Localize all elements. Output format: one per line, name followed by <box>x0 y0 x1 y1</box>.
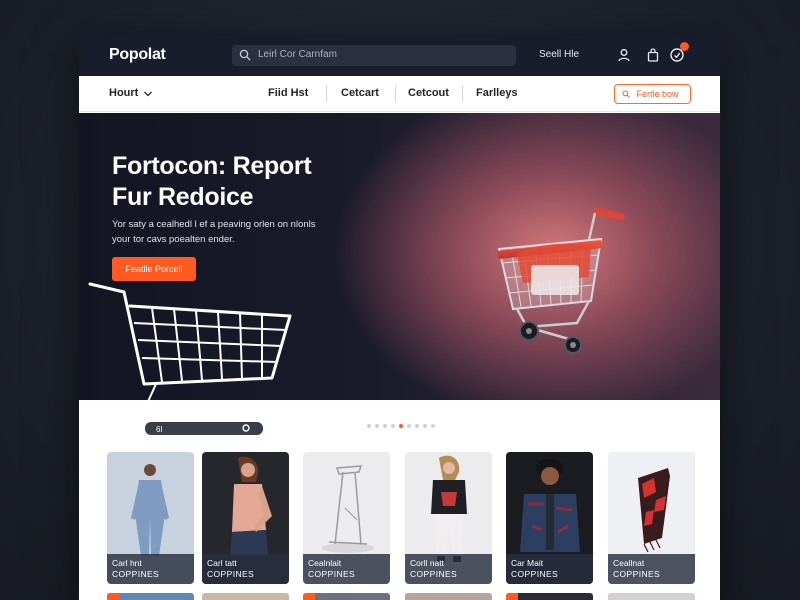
product-card[interactable]: Car Mait COPPINES <box>506 452 593 584</box>
nav-divider <box>326 85 327 102</box>
product-card[interactable] <box>506 593 593 600</box>
carousel-dot-active[interactable] <box>399 424 403 428</box>
carousel-dot[interactable] <box>391 424 395 428</box>
cart-badge <box>680 42 689 51</box>
carousel-dot[interactable] <box>383 424 387 428</box>
product-card[interactable]: Carl tatt COPPINES <box>202 452 289 584</box>
sale-badge <box>107 593 119 600</box>
nav-home-dropdown[interactable]: Hourt <box>109 87 138 99</box>
product-card[interactable]: Ceallnat COPPINES <box>608 452 695 584</box>
product-title: Car Mait <box>511 558 544 568</box>
product-card[interactable] <box>303 593 390 600</box>
outline-cart-graphic: 6l <box>88 282 292 437</box>
nav-cta-label: Fertle bow <box>636 89 679 99</box>
carousel-dot[interactable] <box>431 424 435 428</box>
product-label: Corll natt COPPINES <box>405 554 492 584</box>
product-card[interactable] <box>405 593 492 600</box>
product-card[interactable] <box>608 593 695 600</box>
outline-cart-tag: 6l <box>156 425 162 434</box>
carousel-dot[interactable] <box>423 424 427 428</box>
nav-link-4[interactable]: Farlleys <box>476 87 518 99</box>
carousel-dots <box>367 424 435 430</box>
product-card[interactable] <box>107 593 194 600</box>
nav-link-3[interactable]: Cetcout <box>408 87 449 99</box>
product-subtitle: COPPINES <box>308 569 356 579</box>
hero-title-line-2: Fur Redoice <box>112 183 254 211</box>
product-card[interactable]: Cealnlait COPPINES <box>303 452 390 584</box>
product-card[interactable]: Carl hnt COPPINES <box>107 452 194 584</box>
carousel-dot[interactable] <box>367 424 371 428</box>
product-grid-row-2 <box>107 593 695 600</box>
nav-divider <box>395 85 396 102</box>
product-title: Cealnlait <box>308 558 342 568</box>
hero-description-line-2: your tor cavs poealten ender. <box>112 234 235 245</box>
storefront-page: Popolat Leirl Cor Carnfam Seell Hle Hour… <box>79 36 720 600</box>
sale-badge <box>506 593 518 600</box>
hero-description-line-1: Yor saty a cealhedl l ef a peaving orlen… <box>112 219 316 230</box>
product-title: Corll natt <box>410 558 445 568</box>
product-title: Ceallnat <box>613 558 645 568</box>
search-placeholder: Leirl Cor Carnfam <box>258 49 337 60</box>
hero-description: Yor saty a cealhedl l ef a peaving orlen… <box>112 217 342 247</box>
chevron-down-icon <box>144 91 152 97</box>
product-subtitle: COPPINES <box>410 569 458 579</box>
product-subtitle: COPPINES <box>613 569 661 579</box>
shopping-cart-image <box>497 207 625 354</box>
hero-title-line-1: Fortocon: Report <box>112 152 312 180</box>
product-label: Ceallnat COPPINES <box>608 554 695 584</box>
search-icon <box>622 90 630 98</box>
product-grid: Carl hnt COPPINES Carl tatt COPPINES Cea… <box>107 452 695 584</box>
nav-link-2[interactable]: Cetcart <box>341 87 379 99</box>
sell-link[interactable]: Seell Hle <box>539 49 579 60</box>
product-subtitle: COPPINES <box>112 569 160 579</box>
carousel-dot[interactable] <box>407 424 411 428</box>
product-label: Car Mait COPPINES <box>506 554 593 584</box>
search-input[interactable]: Leirl Cor Carnfam <box>232 45 516 66</box>
product-label: Carl hnt COPPINES <box>107 554 194 584</box>
product-card[interactable] <box>202 593 289 600</box>
carousel-dot[interactable] <box>375 424 379 428</box>
carousel-dot[interactable] <box>415 424 419 428</box>
nav-link-1[interactable]: Fiid Hst <box>268 87 308 99</box>
product-title: Carl hnt <box>112 558 142 568</box>
user-icon[interactable] <box>616 47 632 63</box>
top-header: Popolat Leirl Cor Carnfam Seell Hle <box>79 36 720 76</box>
nav-cta-button[interactable]: Fertle bow <box>614 84 691 104</box>
product-label: Cealnlait COPPINES <box>303 554 390 584</box>
site-logo[interactable]: Popolat <box>109 46 166 64</box>
main-nav: Hourt Fiid Hst Cetcart Cetcout Farlleys … <box>79 76 720 112</box>
hero-title: Fortocon: Report Fur Redoice <box>112 151 312 213</box>
product-subtitle: COPPINES <box>207 569 255 579</box>
product-label: Carl tatt COPPINES <box>202 554 289 584</box>
sale-badge <box>303 593 315 600</box>
search-icon <box>239 49 251 61</box>
bag-icon[interactable] <box>645 47 661 63</box>
nav-divider <box>462 85 463 102</box>
product-card[interactable]: Corll natt COPPINES <box>405 452 492 584</box>
product-title: Carl tatt <box>207 558 237 568</box>
product-subtitle: COPPINES <box>511 569 559 579</box>
